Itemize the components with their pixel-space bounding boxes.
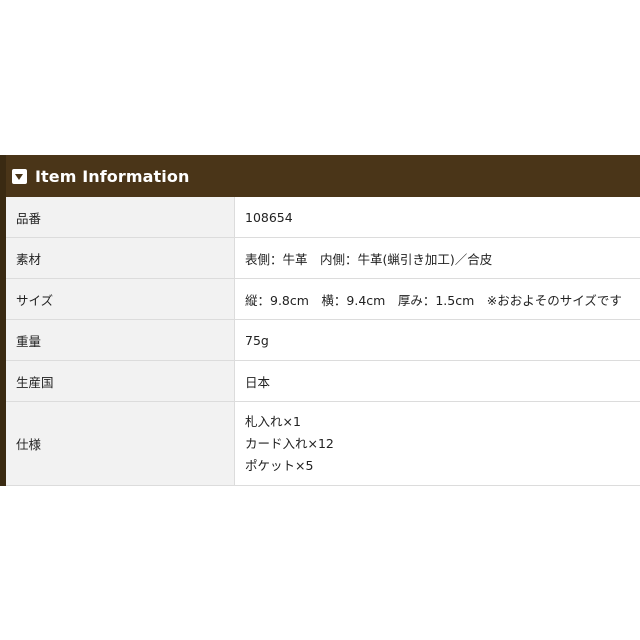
row-value-country: 日本: [234, 360, 640, 402]
table-row-product-number: 品番 108654: [6, 197, 640, 238]
row-label-country: 生産国: [6, 360, 235, 402]
item-information-header[interactable]: Item Information: [6, 155, 640, 197]
table-row-country: 生産国 日本: [6, 360, 640, 402]
row-value-product-number: 108654: [234, 197, 640, 238]
row-label-weight: 重量: [6, 319, 235, 361]
row-label-size: サイズ: [6, 278, 235, 320]
item-information-title: Item Information: [35, 166, 190, 186]
table-row-weight: 重量 75g: [6, 319, 640, 361]
item-information-table: 品番 108654 素材 表側：牛革 内側：牛革(蝋引き加工)／合皮 サイズ 縦…: [6, 197, 640, 486]
row-value-material: 表側：牛革 内側：牛革(蝋引き加工)／合皮: [234, 237, 640, 279]
caret-down-square-icon[interactable]: [12, 168, 27, 184]
row-label-specifications: 仕様: [6, 401, 235, 486]
item-information-panel: Item Information 品番 108654 素材 表側：牛革 内側：牛…: [0, 155, 640, 486]
spec-line-pockets: ポケット×5: [245, 457, 314, 473]
row-value-size: 縦：9.8cm 横：9.4cm 厚み：1.5cm ※おおよそのサイズです: [234, 278, 640, 320]
row-value-specifications: 札入れ×1 カード入れ×12 ポケット×5: [234, 401, 640, 486]
table-row-size: サイズ 縦：9.8cm 横：9.4cm 厚み：1.5cm ※おおよそのサイズです: [6, 278, 640, 320]
spec-line-card-slots: カード入れ×12: [245, 435, 334, 451]
row-value-weight: 75g: [234, 319, 640, 361]
table-row-specifications: 仕様 札入れ×1 カード入れ×12 ポケット×5: [6, 401, 640, 486]
spec-line-bill-compartment: 札入れ×1: [245, 413, 301, 429]
row-label-material: 素材: [6, 237, 235, 279]
table-row-material: 素材 表側：牛革 内側：牛革(蝋引き加工)／合皮: [6, 237, 640, 279]
row-label-product-number: 品番: [6, 197, 235, 238]
